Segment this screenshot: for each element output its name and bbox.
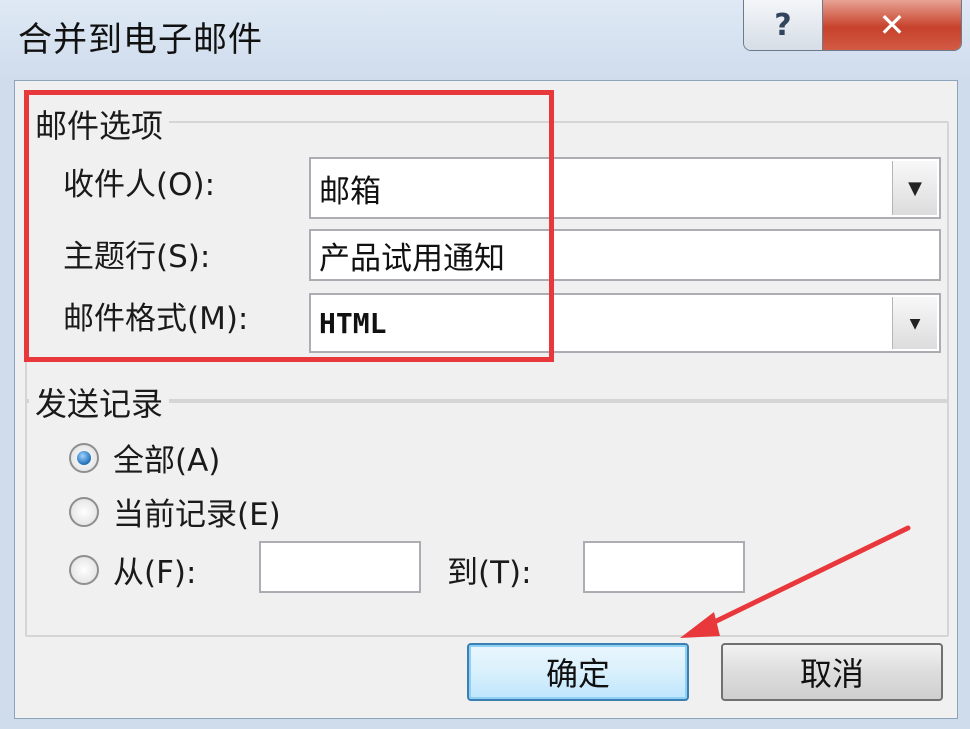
annotation-arrow — [680, 525, 911, 638]
